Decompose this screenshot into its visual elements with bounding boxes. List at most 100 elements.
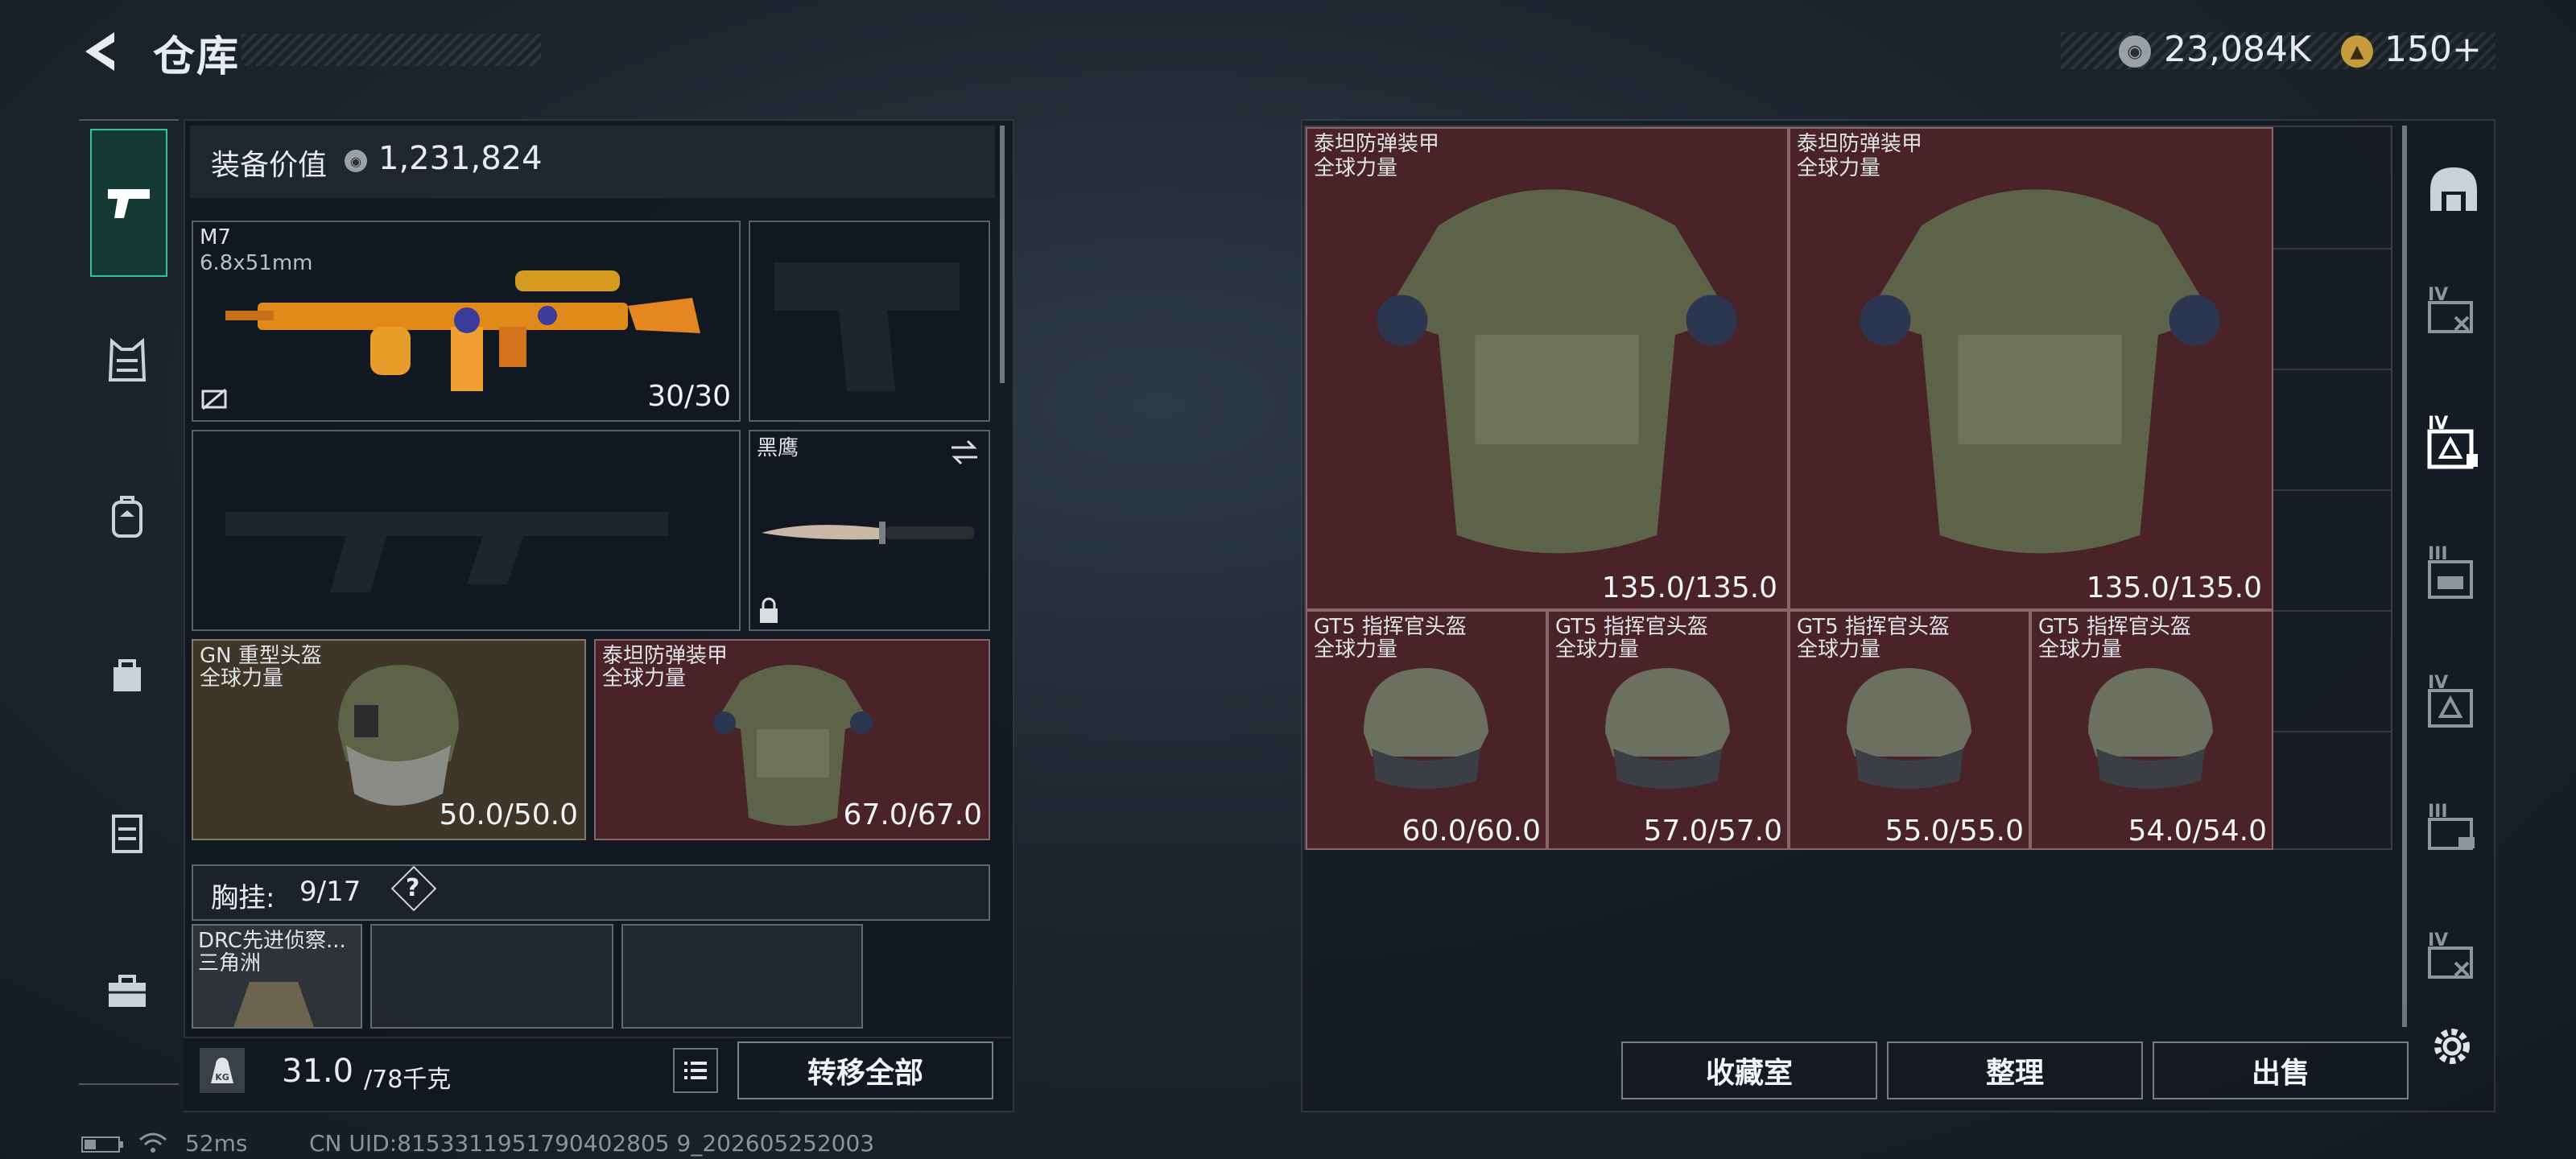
item-durability: 135.0/135.0 bbox=[1601, 571, 1777, 604]
item-name: GT5 指挥官头盔 bbox=[1314, 615, 1467, 639]
item-name: GT5 指挥官头盔 bbox=[1797, 615, 1950, 639]
armor-durability: 67.0/67.0 bbox=[843, 798, 982, 831]
ping-value: 52ms bbox=[185, 1130, 248, 1157]
house-icon bbox=[2430, 167, 2477, 211]
storage-tab-3[interactable]: III bbox=[2423, 544, 2484, 605]
rig-item-name: DRC先进侦察... bbox=[198, 929, 346, 953]
battery-icon bbox=[81, 1136, 123, 1153]
storage-tab-home[interactable] bbox=[2423, 158, 2484, 219]
collection-room-button[interactable]: 收藏室 bbox=[1621, 1041, 1877, 1099]
rifle-placeholder-icon bbox=[225, 512, 668, 592]
rig-item-source: 三角洲 bbox=[198, 951, 262, 975]
storage-tab-5[interactable]: III bbox=[2423, 802, 2484, 863]
armor-slot[interactable]: 泰坦防弹装甲 全球力量 67.0/67.0 bbox=[594, 639, 990, 840]
primary-weapon-slot[interactable]: M7 6.8x51mm 30/30 bbox=[192, 221, 741, 422]
toolbox-icon bbox=[109, 975, 146, 1007]
category-tab-armor[interactable] bbox=[97, 330, 158, 391]
storage-armor-item[interactable]: 泰坦防弹装甲 全球力量 135.0/135.0 bbox=[1306, 127, 1789, 610]
grid-divider bbox=[2273, 248, 2391, 250]
armor-source: 全球力量 bbox=[602, 666, 687, 691]
page-title: 仓库 bbox=[153, 33, 241, 81]
category-tab-backpack[interactable] bbox=[97, 486, 158, 547]
currency-gold: 150+ bbox=[2384, 29, 2482, 70]
settings-gear-icon[interactable] bbox=[2428, 1022, 2476, 1070]
helmet-image bbox=[338, 665, 459, 806]
knife-image bbox=[762, 522, 974, 544]
tab-tier-label: III bbox=[2428, 802, 2448, 822]
rig-slot-empty[interactable] bbox=[621, 924, 863, 1029]
silver-coin-icon: ◉ bbox=[345, 150, 367, 172]
category-tab-weapons[interactable] bbox=[90, 129, 167, 277]
secondary-weapon-slot[interactable] bbox=[192, 430, 741, 631]
list-view-button[interactable] bbox=[673, 1048, 718, 1093]
category-tab-toolbox[interactable] bbox=[97, 961, 158, 1022]
rig-item-image bbox=[233, 982, 314, 1027]
weight-icon: KG bbox=[200, 1048, 245, 1093]
category-tab-case[interactable] bbox=[97, 802, 158, 863]
list-icon bbox=[684, 1062, 707, 1079]
sell-button[interactable]: 出售 bbox=[2153, 1041, 2409, 1099]
item-durability: 55.0/55.0 bbox=[1885, 815, 2024, 848]
help-icon-glyph: ? bbox=[406, 874, 420, 902]
helmet-name: GN 重型头盔 bbox=[200, 644, 322, 668]
rifle-image bbox=[225, 270, 700, 391]
swap-icon[interactable] bbox=[948, 438, 980, 467]
backpack-icon bbox=[112, 496, 142, 538]
tab-tier-label: IV bbox=[2428, 414, 2449, 434]
helmet-image bbox=[1605, 668, 1730, 789]
storage-helmet-item[interactable]: GT5 指挥官头盔 全球力量 57.0/57.0 bbox=[1547, 610, 1789, 850]
storage-tab-6[interactable]: IV bbox=[2423, 930, 2484, 992]
armor-image bbox=[1860, 189, 2220, 554]
bag-icon bbox=[114, 659, 141, 691]
grid-divider bbox=[2273, 369, 2391, 370]
storage-helmet-item[interactable]: GT5 指挥官头盔 全球力量 55.0/55.0 bbox=[1789, 610, 2030, 850]
grid-divider bbox=[2273, 610, 2391, 612]
helmet-image bbox=[1364, 668, 1488, 789]
loadout-scrollbar[interactable] bbox=[1000, 126, 1005, 383]
grid-divider bbox=[2273, 489, 2391, 491]
helmet-image bbox=[2088, 668, 2213, 789]
storage-helmet-item[interactable]: GT5 指挥官头盔 全球力量 54.0/54.0 bbox=[2030, 610, 2273, 850]
armor-image bbox=[1377, 189, 1737, 554]
svg-text:KG: KG bbox=[215, 1072, 229, 1083]
storage-scrollbar[interactable] bbox=[2402, 126, 2407, 1027]
item-name: GT5 指挥官头盔 bbox=[1555, 615, 1708, 639]
no-scope-icon bbox=[201, 388, 227, 410]
item-source: 全球力量 bbox=[1797, 637, 1881, 662]
back-arrow-icon[interactable] bbox=[77, 27, 126, 76]
melee-slot[interactable]: 黑鹰 bbox=[749, 430, 990, 631]
rig-item-slot[interactable]: DRC先进侦察... 三角洲 bbox=[192, 924, 362, 1029]
rig-slot-empty[interactable] bbox=[370, 924, 613, 1029]
chest-rig-capacity: 9/17 bbox=[299, 876, 361, 908]
ammo-count: 30/30 bbox=[647, 380, 731, 413]
currency-silver: 23,084K bbox=[2164, 29, 2311, 70]
storage-tab-2[interactable]: IV bbox=[2423, 414, 2484, 475]
item-durability: 54.0/54.0 bbox=[2128, 815, 2267, 848]
tab-tier-label: III bbox=[2428, 544, 2448, 564]
transfer-all-button[interactable]: 转移全部 bbox=[737, 1041, 993, 1099]
organize-button[interactable]: 整理 bbox=[1887, 1041, 2143, 1099]
tab-tier-label: IV bbox=[2428, 930, 2449, 951]
item-durability: 135.0/135.0 bbox=[2086, 571, 2262, 604]
wifi-icon bbox=[139, 1132, 167, 1153]
item-durability: 57.0/57.0 bbox=[1643, 815, 1782, 848]
storage-armor-item[interactable]: 泰坦防弹装甲 全球力量 135.0/135.0 bbox=[1789, 127, 2273, 610]
item-durability: 60.0/60.0 bbox=[1402, 815, 1541, 848]
helmet-slot[interactable]: GN 重型头盔 全球力量 50.0/50.0 bbox=[192, 639, 586, 840]
equipment-value-label: 装备价值 bbox=[211, 149, 328, 182]
item-source: 全球力量 bbox=[1314, 637, 1398, 662]
pistol-placeholder-icon bbox=[774, 262, 960, 391]
storage-helmet-item[interactable]: GT5 指挥官头盔 全球力量 60.0/60.0 bbox=[1306, 610, 1547, 850]
item-source: 全球力量 bbox=[2038, 637, 2123, 662]
pistol-slot[interactable] bbox=[749, 221, 990, 422]
item-source: 全球力量 bbox=[1555, 637, 1640, 662]
storage-tab-1[interactable]: IV bbox=[2423, 285, 2484, 346]
pistol-icon bbox=[108, 189, 150, 218]
storage-tab-4[interactable]: IV bbox=[2423, 673, 2484, 734]
chest-rig-label: 胸挂: bbox=[211, 882, 275, 914]
category-tab-bag[interactable] bbox=[97, 644, 158, 705]
helmet-image bbox=[1847, 668, 1971, 789]
user-uid: CN UID:8153311951790402805 9_20260525200… bbox=[309, 1130, 875, 1157]
grid-divider bbox=[2273, 731, 2391, 732]
equipment-value: 1,231,824 bbox=[378, 140, 543, 177]
